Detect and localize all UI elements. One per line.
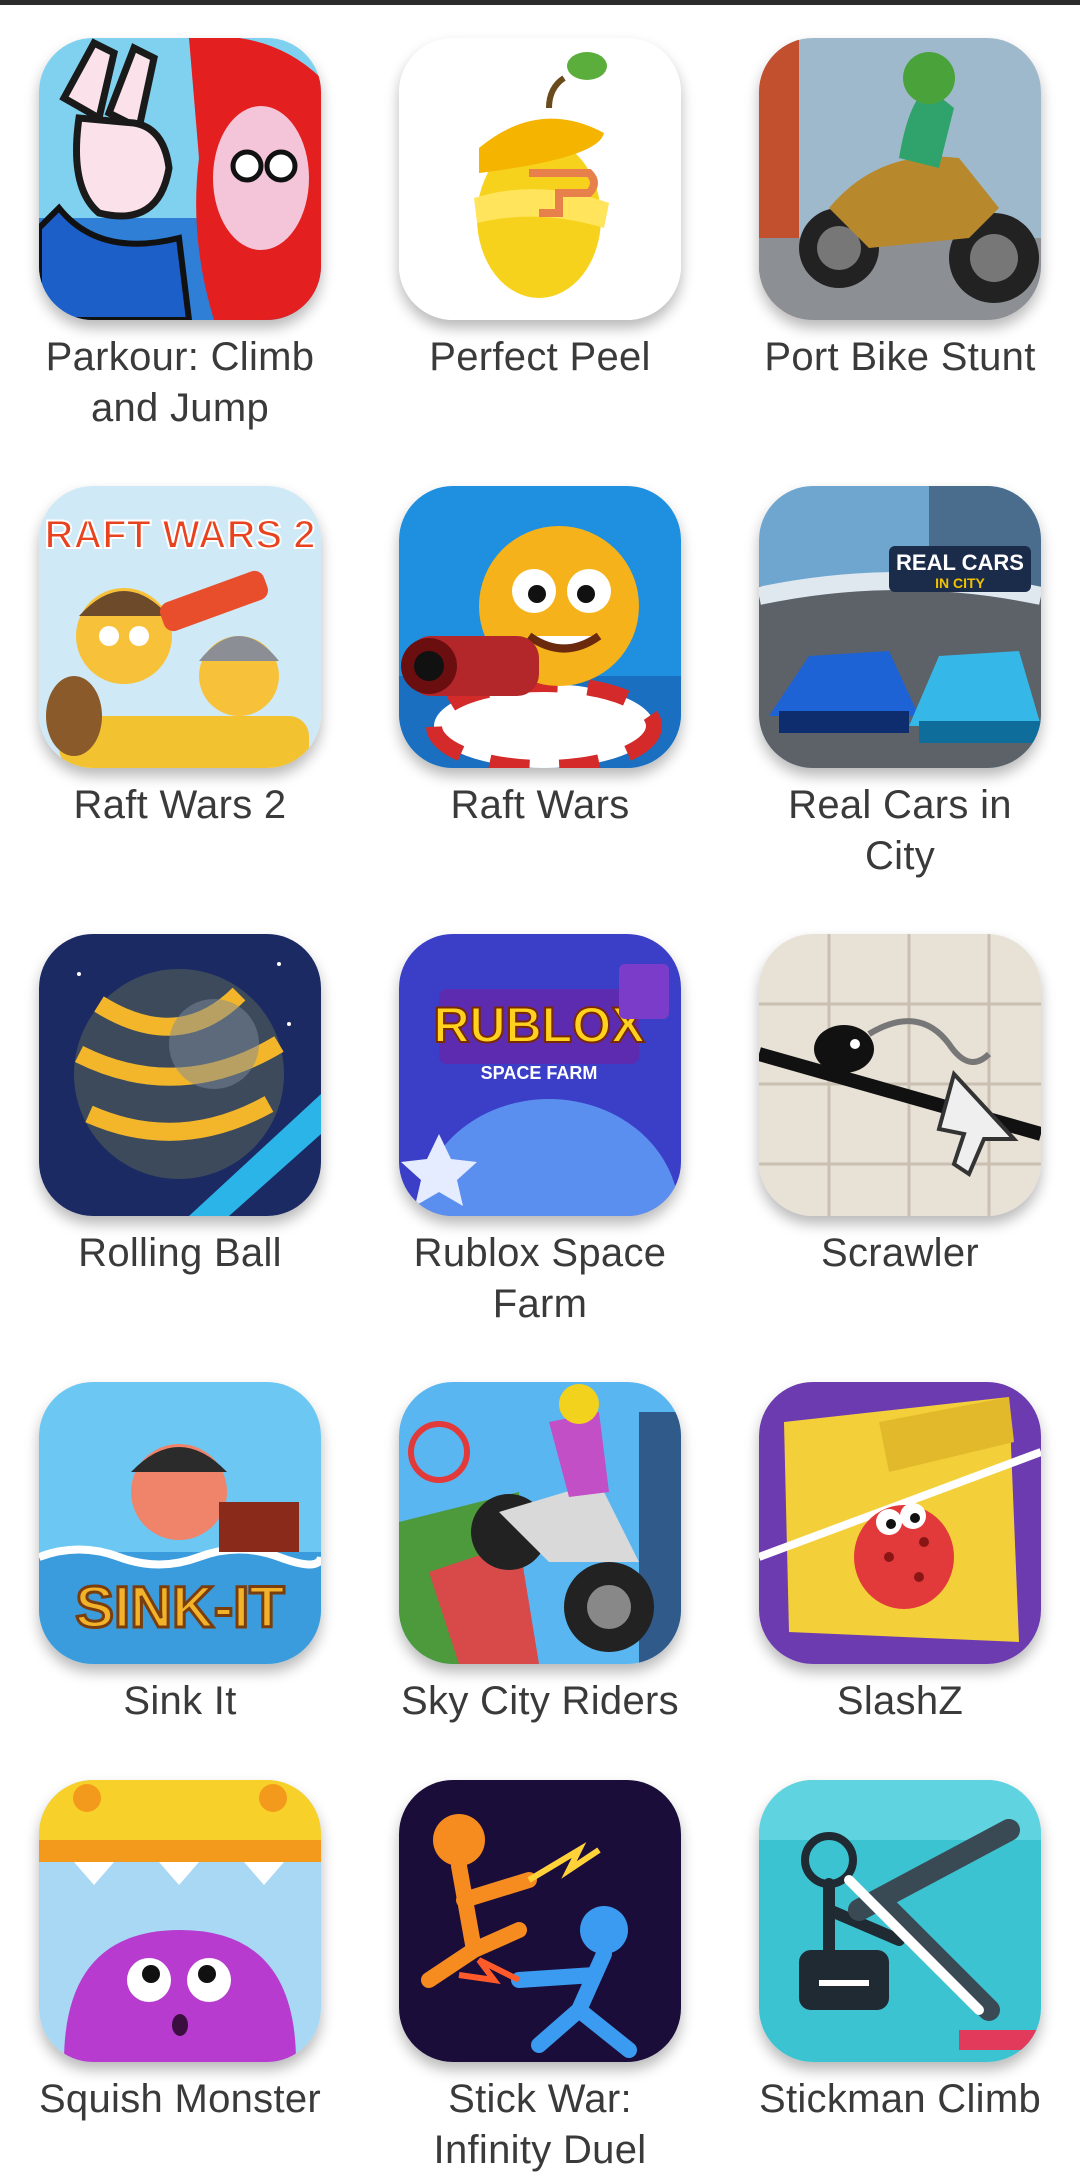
game-title[interactable]: Rolling Ball: [30, 1228, 330, 1279]
game-icon-scrawler[interactable]: [759, 934, 1041, 1216]
game-title[interactable]: SlashZ: [750, 1676, 1050, 1727]
game-title[interactable]: Sink It: [30, 1676, 330, 1727]
game-tile-rublox-space-farm[interactable]: RUBLOX SPACE FARM Rublox Space Farm: [390, 934, 690, 1330]
game-title[interactable]: Stickman Climb: [750, 2074, 1050, 2125]
game-title[interactable]: Stick War: Infinity Duel: [390, 2074, 690, 2176]
game-tile-stick-war[interactable]: Stick War: Infinity Duel: [390, 1780, 690, 2176]
game-icon-parkour[interactable]: [39, 38, 321, 320]
icon-text: REAL CARS: [896, 550, 1024, 575]
game-title[interactable]: Real Cars in City: [750, 780, 1050, 882]
icon-text: RUBLOX: [433, 997, 644, 1053]
icon-subtext: SPACE FARM: [481, 1063, 598, 1083]
game-title[interactable]: Perfect Peel: [390, 332, 690, 383]
icon-text: SINK-IT: [75, 1575, 284, 1640]
game-tile-scrawler[interactable]: Scrawler: [750, 934, 1050, 1279]
game-tile-sink-it[interactable]: SINK-IT Sink It: [30, 1382, 330, 1727]
game-title[interactable]: Port Bike Stunt: [750, 332, 1050, 383]
icon-subtext: IN CITY: [935, 575, 985, 591]
game-tile-parkour[interactable]: Parkour: Climb and Jump: [30, 38, 330, 434]
game-tile-perfect-peel[interactable]: Perfect Peel: [390, 38, 690, 383]
game-icon-squish-monster[interactable]: [39, 1780, 321, 2062]
game-icon-slashz[interactable]: [759, 1382, 1041, 1664]
game-tile-raft-wars[interactable]: Raft Wars: [390, 486, 690, 831]
game-tile-raft-wars-2[interactable]: RAFT WARS 2 Raft Wars 2: [30, 486, 330, 831]
game-tile-real-cars-in-city[interactable]: REAL CARS IN CITY Real Cars in City: [750, 486, 1050, 882]
game-title[interactable]: Rublox Space Farm: [390, 1228, 690, 1330]
game-icon-stickman-climb[interactable]: [759, 1780, 1041, 2062]
game-icon-sky-city-riders[interactable]: [399, 1382, 681, 1664]
game-title[interactable]: Sky City Riders: [390, 1676, 690, 1727]
game-tile-rolling-ball[interactable]: Rolling Ball: [30, 934, 330, 1279]
game-icon-stick-war[interactable]: [399, 1780, 681, 2062]
game-title[interactable]: Raft Wars 2: [30, 780, 330, 831]
game-icon-rolling-ball[interactable]: [39, 934, 321, 1216]
game-icon-perfect-peel[interactable]: [399, 38, 681, 320]
game-tile-stickman-climb[interactable]: Stickman Climb: [750, 1780, 1050, 2125]
game-title[interactable]: Raft Wars: [390, 780, 690, 831]
game-icon-port-bike-stunt[interactable]: [759, 38, 1041, 320]
game-title[interactable]: Squish Monster: [30, 2074, 330, 2125]
game-icon-raft-wars-2[interactable]: RAFT WARS 2: [39, 486, 321, 768]
game-tile-sky-city-riders[interactable]: Sky City Riders: [390, 1382, 690, 1727]
game-title[interactable]: Scrawler: [750, 1228, 1050, 1279]
game-icon-sink-it[interactable]: SINK-IT: [39, 1382, 321, 1664]
game-tile-port-bike-stunt[interactable]: Port Bike Stunt: [750, 38, 1050, 383]
game-tile-slashz[interactable]: SlashZ: [750, 1382, 1050, 1727]
game-title[interactable]: Parkour: Climb and Jump: [30, 332, 330, 434]
game-icon-real-cars-in-city[interactable]: REAL CARS IN CITY: [759, 486, 1041, 768]
game-icon-rublox-space-farm[interactable]: RUBLOX SPACE FARM: [399, 934, 681, 1216]
games-grid: Parkour: Climb and Jump Perfect Peel Por…: [0, 0, 1080, 2172]
game-icon-raft-wars[interactable]: [399, 486, 681, 768]
icon-text: RAFT WARS 2: [44, 513, 315, 557]
game-tile-squish-monster[interactable]: Squish Monster: [30, 1780, 330, 2125]
